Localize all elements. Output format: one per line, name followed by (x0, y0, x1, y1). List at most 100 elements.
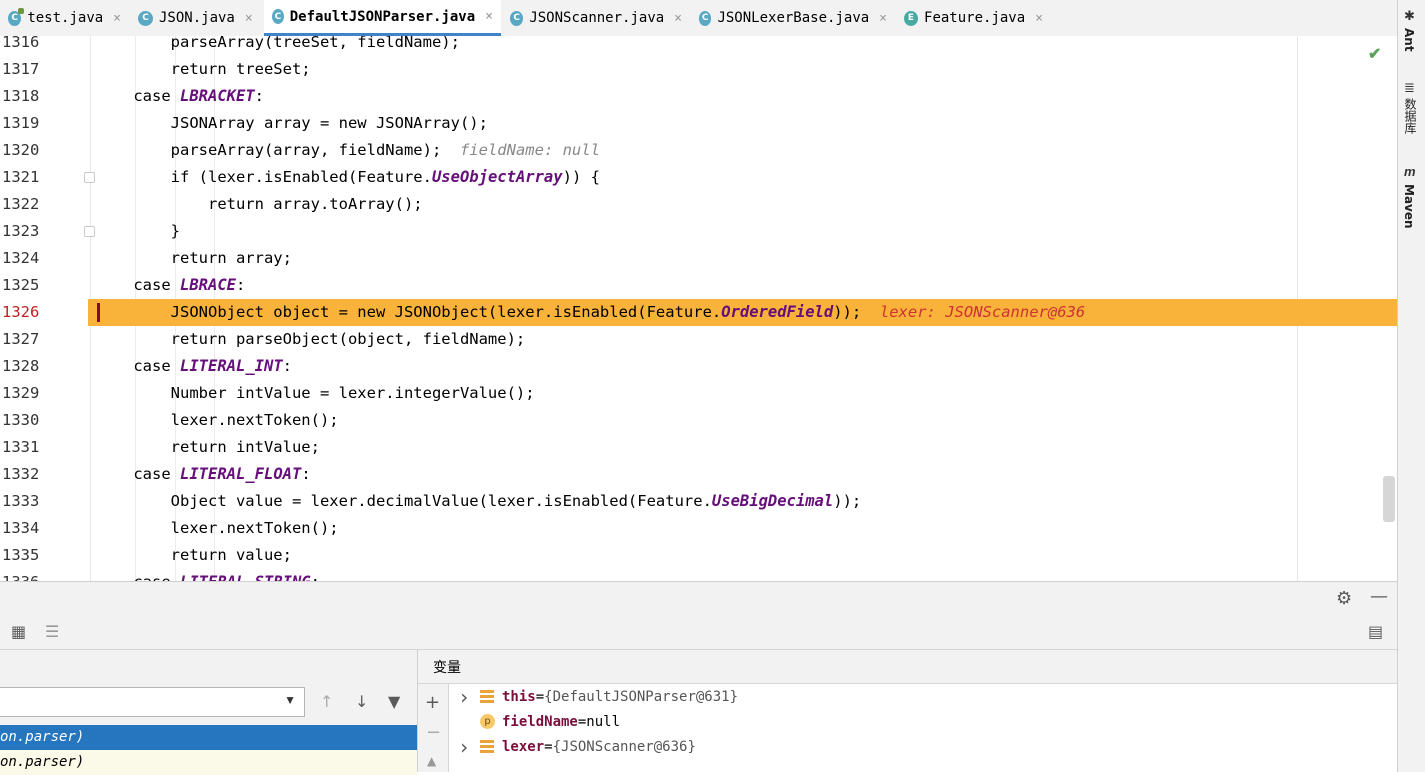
code-text[interactable]: if (lexer.isEnabled(Feature.UseObjectArr… (96, 164, 600, 191)
line-number[interactable]: 1318 (0, 83, 52, 110)
code-text[interactable]: case LITERAL_INT: (96, 353, 292, 380)
code-text[interactable]: return array; (96, 245, 292, 272)
variable-row[interactable]: › this = {DefaultJSONParser@631} (458, 684, 738, 709)
ant-tool-tab[interactable]: Ant (1402, 28, 1416, 52)
code-text[interactable]: return treeSet; (96, 56, 311, 83)
code-text[interactable]: return value; (96, 542, 292, 569)
fold-marker-icon[interactable] (84, 226, 95, 237)
filter-icon[interactable]: ▼ (388, 692, 400, 711)
line-number[interactable]: 1324 (0, 245, 52, 272)
line-number[interactable]: 1320 (0, 137, 52, 164)
line-number[interactable]: 1326 (0, 299, 88, 326)
table-view-icon[interactable]: ▦ (11, 622, 26, 641)
code-text[interactable]: lexer.nextToken(); (96, 515, 339, 542)
fold-marker-icon[interactable] (84, 172, 95, 183)
line-number[interactable]: 1331 (0, 434, 52, 461)
code-line[interactable]: 1322 return array.toArray(); (0, 191, 1397, 218)
code-editor[interactable]: 1316 parseArray(treeSet, fieldName); 1317… (0, 36, 1397, 581)
line-number[interactable]: 1321 (0, 164, 52, 191)
line-number[interactable]: 1316 (0, 36, 52, 56)
code-line[interactable]: 1332 case LITERAL_FLOAT: (0, 461, 1397, 488)
code-text[interactable]: lexer.nextToken(); (96, 407, 339, 434)
code-line[interactable]: 1316 parseArray(treeSet, fieldName); (0, 36, 1397, 56)
code-line[interactable]: 1319 JSONArray array = new JSONArray(); (0, 110, 1397, 137)
line-number[interactable]: 1323 (0, 218, 52, 245)
line-number[interactable]: 1333 (0, 488, 52, 515)
code-text[interactable]: case LBRACE: (96, 272, 245, 299)
variable-row[interactable]: › lexer = {JSONScanner@636} (458, 734, 696, 759)
arrow-up-icon[interactable]: ↑ (320, 692, 333, 711)
code-text[interactable]: parseArray(treeSet, fieldName); (96, 36, 460, 56)
code-text[interactable]: Number intValue = lexer.integerValue(); (96, 380, 535, 407)
close-icon[interactable]: × (879, 11, 887, 26)
code-line[interactable]: 1336 case LITERAL_STRING: (0, 569, 1397, 581)
code-line[interactable]: 1331 return intValue; (0, 434, 1397, 461)
line-number[interactable]: 1319 (0, 110, 52, 137)
line-number[interactable]: 1328 (0, 353, 52, 380)
scroll-up-icon[interactable]: ▲ (427, 754, 436, 768)
settings-gear-icon[interactable]: ⚙ (1336, 588, 1352, 609)
close-icon[interactable]: × (674, 11, 682, 26)
code-text[interactable]: Object value = lexer.decimalValue(lexer.… (96, 488, 862, 515)
editor-tab[interactable]: C JSONScanner.java × (502, 0, 690, 36)
code-line[interactable]: 1320 parseArray(array, fieldName); field… (0, 137, 1397, 164)
code-text[interactable]: parseArray(array, fieldName); fieldName:… (96, 137, 600, 164)
code-line[interactable]: 1317 return treeSet; (0, 56, 1397, 83)
arrow-down-icon[interactable]: ↓ (355, 692, 368, 711)
database-tool-tab[interactable]: 数据库 (1402, 98, 1419, 134)
line-number[interactable]: 1330 (0, 407, 52, 434)
line-number[interactable]: 1334 (0, 515, 52, 542)
editor-tab[interactable]: Ctest.java × (0, 0, 129, 36)
evaluate-list-icon[interactable]: ☰ (45, 622, 59, 641)
add-watch-icon[interactable]: + (425, 692, 440, 713)
line-number[interactable]: 1325 (0, 272, 52, 299)
editor-tab[interactable]: E Feature.java × (896, 0, 1051, 36)
line-number[interactable]: 1327 (0, 326, 52, 353)
close-icon[interactable]: × (245, 11, 253, 26)
code-line[interactable]: 1318 case LBRACKET: (0, 83, 1397, 110)
code-line[interactable]: 1334 lexer.nextToken(); (0, 515, 1397, 542)
code-text[interactable]: case LBRACKET: (96, 83, 264, 110)
chevron-right-icon[interactable]: › (458, 735, 480, 759)
code-text[interactable]: JSONObject object = new JSONObject(lexer… (96, 299, 1086, 326)
minimize-icon[interactable]: — (1370, 586, 1388, 607)
editor-scrollbar-thumb[interactable] (1383, 476, 1395, 522)
close-icon[interactable]: × (485, 9, 493, 24)
layout-options-icon[interactable]: ▤ (1368, 622, 1383, 641)
code-text[interactable]: return intValue; (96, 434, 320, 461)
stack-frame-item[interactable]: on.parser) (0, 750, 417, 775)
stack-frame-item[interactable]: on.parser) (0, 725, 417, 750)
maven-tool-tab[interactable]: Maven (1402, 184, 1416, 229)
line-number[interactable]: 1336 (0, 569, 52, 581)
code-line[interactable]: 1321 if (lexer.isEnabled(Feature.UseObje… (0, 164, 1397, 191)
code-line[interactable]: 1328 case LITERAL_INT: (0, 353, 1397, 380)
code-line[interactable]: 1325 case LBRACE: (0, 272, 1397, 299)
code-text[interactable]: return parseObject(object, fieldName); (96, 326, 526, 353)
code-text[interactable]: return array.toArray(); (96, 191, 423, 218)
editor-tab[interactable]: C JSONLexerBase.java × (691, 0, 895, 36)
code-line[interactable]: 1324 return array; (0, 245, 1397, 272)
code-text[interactable]: case LITERAL_STRING: (96, 569, 320, 581)
execution-point-line[interactable]: 1326 JSONObject object = new JSONObject(… (0, 299, 1397, 326)
code-line[interactable]: 1335 return value; (0, 542, 1397, 569)
code-text[interactable]: } (96, 218, 180, 245)
code-line[interactable]: 1329 Number intValue = lexer.integerValu… (0, 380, 1397, 407)
code-text[interactable]: case LITERAL_FLOAT: (96, 461, 310, 488)
close-icon[interactable]: × (1035, 11, 1043, 26)
remove-watch-icon[interactable]: − (426, 722, 441, 743)
variable-row[interactable]: p fieldName = null (458, 709, 620, 734)
editor-tab[interactable]: C JSON.java × (130, 0, 263, 36)
code-line[interactable]: 1327 return parseObject(object, fieldNam… (0, 326, 1397, 353)
editor-tab[interactable]: C DefaultJSONParser.java × (264, 0, 501, 36)
line-number[interactable]: 1335 (0, 542, 52, 569)
close-icon[interactable]: × (113, 11, 121, 26)
thread-selector-dropdown[interactable]: ▼ (0, 687, 305, 717)
code-text[interactable]: JSONArray array = new JSONArray(); (96, 110, 488, 137)
line-number[interactable]: 1332 (0, 461, 52, 488)
code-line[interactable]: 1323 } (0, 218, 1397, 245)
line-number[interactable]: 1329 (0, 380, 52, 407)
line-number[interactable]: 1322 (0, 191, 52, 218)
code-line[interactable]: 1330 lexer.nextToken(); (0, 407, 1397, 434)
chevron-right-icon[interactable]: › (458, 685, 480, 709)
line-number[interactable]: 1317 (0, 56, 52, 83)
